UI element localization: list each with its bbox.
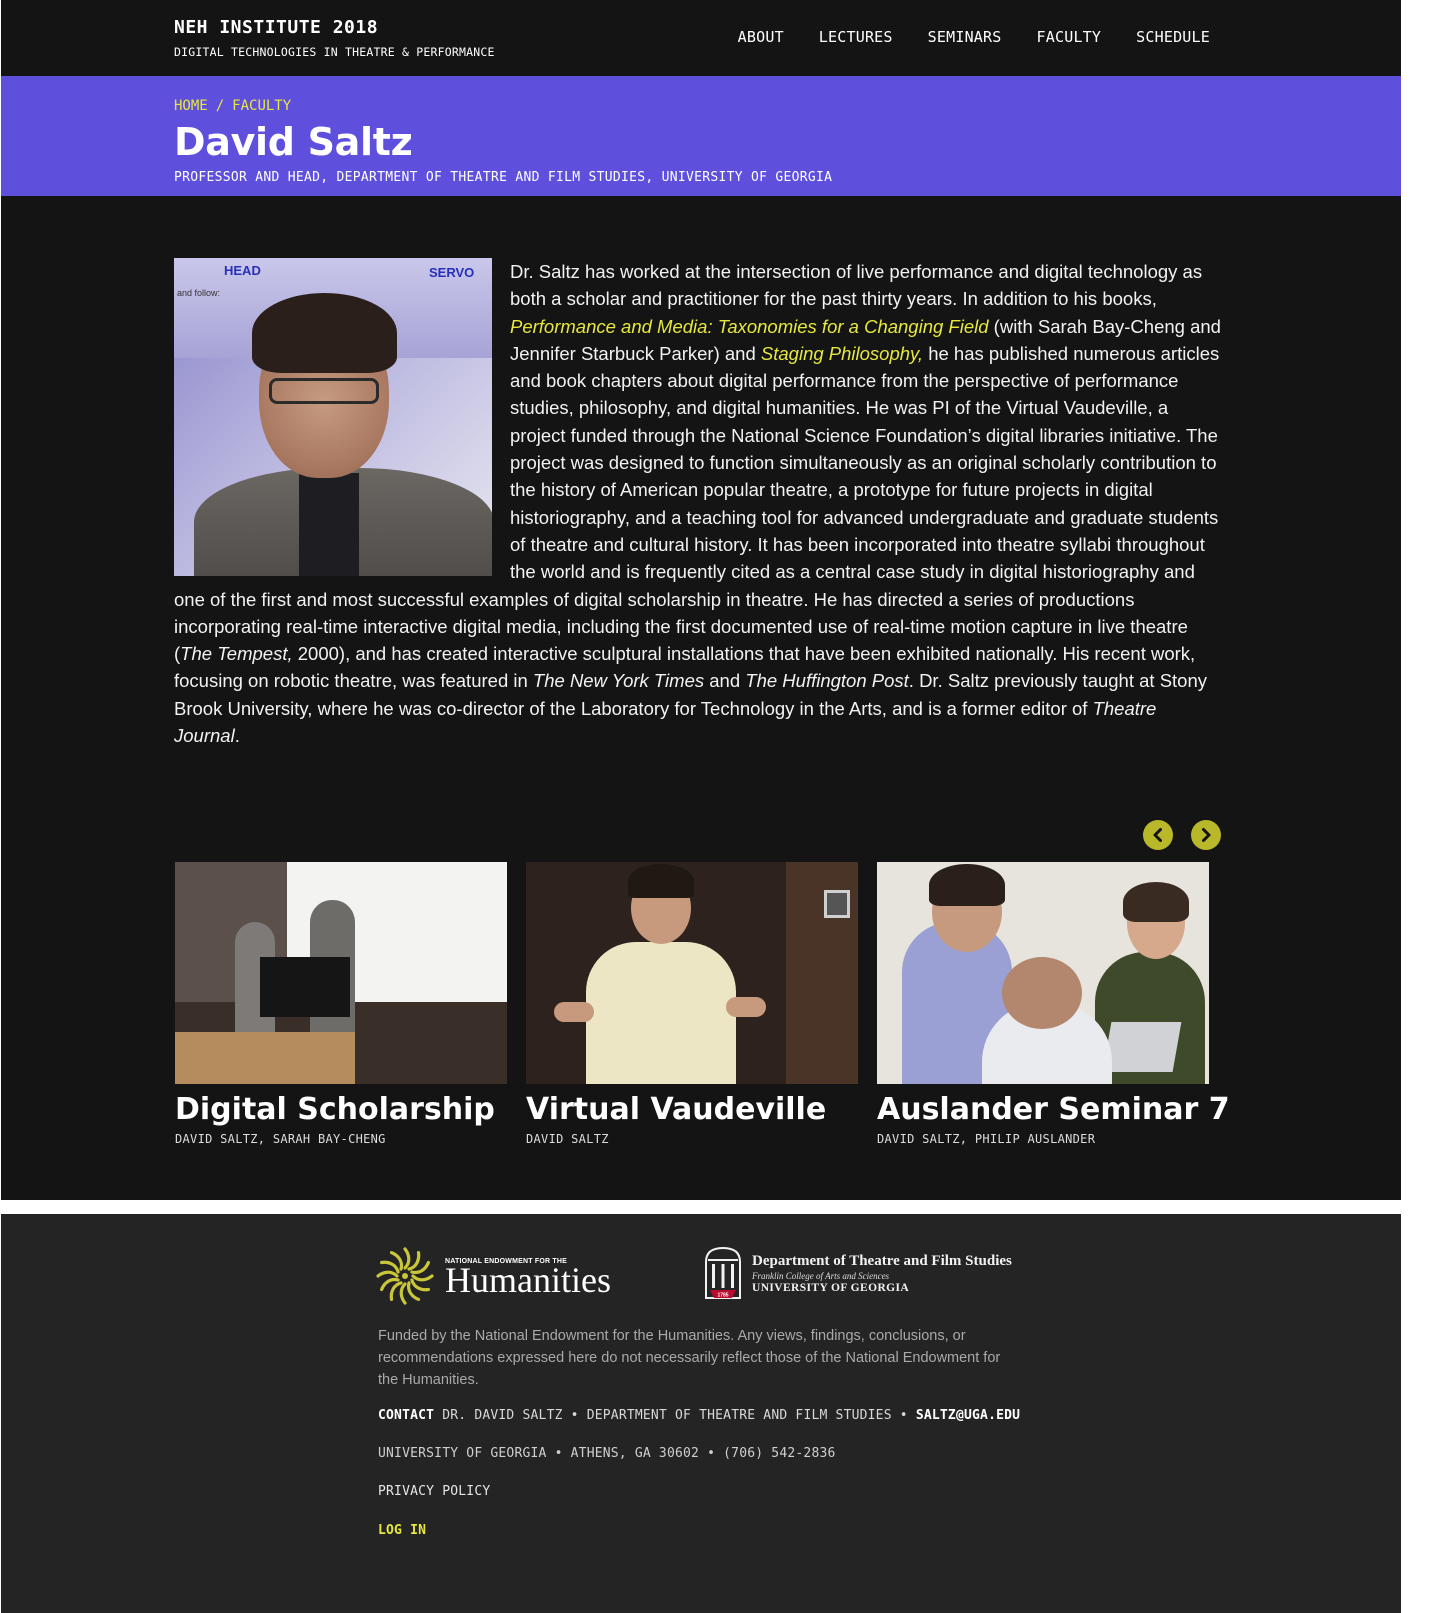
page-hero: HOME / FACULTY David Saltz PROFESSOR AND… xyxy=(1,76,1401,196)
main-nav: ABOUT LECTURES SEMINARS FACULTY SCHEDULE xyxy=(738,28,1210,46)
nav-lectures[interactable]: LECTURES xyxy=(819,28,893,46)
uga-department-logo[interactable]: 1785 Department of Theatre and Film Stud… xyxy=(704,1246,1012,1300)
bio-section: HEAD SERVO and follow: Dr. Saltz has wor… xyxy=(174,258,1224,749)
card-authors: DAVID SALTZ, PHILIP AUSLANDER xyxy=(877,1132,1096,1146)
uga-logo-line3: UNIVERSITY OF GEORGIA xyxy=(752,1281,910,1294)
portrait-label-follow: and follow: xyxy=(177,288,221,298)
bio-text-part: and xyxy=(704,670,746,692)
uga-seal-year: 1785 xyxy=(717,1293,728,1299)
card-title: Virtual Vaudeville xyxy=(526,1092,827,1127)
nav-schedule[interactable]: SCHEDULE xyxy=(1136,28,1210,46)
bio-text-part: . xyxy=(234,725,240,747)
contact-separator: • xyxy=(899,1408,908,1423)
neh-logo[interactable]: NATIONAL ENDOWMENT FOR THE Humanities xyxy=(375,1246,611,1306)
contact-email-link[interactable]: SALTZ@UGA.EDU xyxy=(916,1408,1020,1423)
card-image xyxy=(175,862,507,1084)
breadcrumb-separator: / xyxy=(215,98,225,114)
main-content: HEAD SERVO and follow: Dr. Saltz has wor… xyxy=(1,196,1401,1200)
address-line: UNIVERSITY OF GEORGIA • ATHENS, GA 30602… xyxy=(378,1446,836,1461)
contact-name: DR. DAVID SALTZ xyxy=(442,1408,563,1423)
page-title: David Saltz xyxy=(174,120,413,164)
card-authors: DAVID SALTZ xyxy=(526,1132,609,1146)
portrait-label-head: HEAD xyxy=(224,263,261,278)
work-title-tempest: The Tempest, xyxy=(180,643,293,665)
contact-label: CONTACT xyxy=(378,1408,435,1423)
carousel-prev-button[interactable] xyxy=(1143,820,1173,850)
book-link-performance-and-media[interactable]: Performance and Media: Taxonomies for a … xyxy=(510,316,989,337)
site-subtitle: DIGITAL TECHNOLOGIES IN THEATRE & PERFOR… xyxy=(174,45,495,59)
contact-department: DEPARTMENT OF THEATRE AND FILM STUDIES xyxy=(586,1408,892,1423)
contact-line: CONTACT DR. DAVID SALTZ • DEPARTMENT OF … xyxy=(378,1408,1020,1423)
card-title: Auslander Seminar 7 xyxy=(877,1092,1230,1127)
uga-arch-icon: 1785 xyxy=(705,1246,741,1299)
person-position: PROFESSOR AND HEAD, DEPARTMENT OF THEATR… xyxy=(174,170,833,185)
uga-logo-line2: Franklin College of Arts and Sciences xyxy=(752,1270,890,1281)
nav-seminars[interactable]: SEMINARS xyxy=(928,28,1002,46)
neh-logo-wordmark: Humanities xyxy=(445,1259,611,1300)
breadcrumb: HOME / FACULTY xyxy=(174,98,291,114)
portrait-glasses xyxy=(269,378,379,404)
card-auslander-seminar[interactable]: Auslander Seminar 7 DAVID SALTZ, PHILIP … xyxy=(877,862,1230,1146)
neh-sunburst-icon xyxy=(376,1247,434,1305)
chevron-left-icon xyxy=(1153,828,1162,842)
breadcrumb-faculty[interactable]: FACULTY xyxy=(232,98,291,114)
card-authors: DAVID SALTZ, SARAH BAY-CHENG xyxy=(175,1132,386,1146)
nav-faculty[interactable]: FACULTY xyxy=(1037,28,1102,46)
site-footer: NATIONAL ENDOWMENT FOR THE Humanities 17… xyxy=(1,1214,1401,1613)
site-header: NEH INSTITUTE 2018 DIGITAL TECHNOLOGIES … xyxy=(1,0,1401,76)
breadcrumb-home[interactable]: HOME xyxy=(174,98,208,114)
funding-disclaimer: Funded by the National Endowment for the… xyxy=(378,1328,1001,1388)
card-image xyxy=(877,862,1209,1084)
related-cards: Digital Scholarship DAVID SALTZ, SARAH B… xyxy=(175,862,1230,1146)
chevron-right-icon xyxy=(1202,828,1211,842)
carousel-controls xyxy=(1143,820,1221,850)
portrait-label-servo: SERVO xyxy=(429,265,475,280)
contact-separator: • xyxy=(570,1408,579,1423)
card-virtual-vaudeville[interactable]: Virtual Vaudeville DAVID SALTZ xyxy=(526,862,858,1146)
faculty-portrait: HEAD SERVO and follow: xyxy=(174,258,492,576)
publication-huffington: The Huffington Post xyxy=(745,670,909,692)
carousel-next-button[interactable] xyxy=(1191,820,1221,850)
login-link[interactable]: LOG IN xyxy=(378,1523,426,1538)
publication-nyt: The New York Times xyxy=(532,670,705,692)
card-digital-scholarship[interactable]: Digital Scholarship DAVID SALTZ, SARAH B… xyxy=(175,862,507,1146)
portrait-hair xyxy=(252,293,397,373)
page: NEH INSTITUTE 2018 DIGITAL TECHNOLOGIES … xyxy=(1,0,1401,1613)
privacy-policy-link[interactable]: PRIVACY POLICY xyxy=(378,1484,490,1499)
card-title: Digital Scholarship xyxy=(175,1092,495,1127)
portrait-shirt xyxy=(299,473,359,576)
site-title-link[interactable]: NEH INSTITUTE 2018 xyxy=(174,17,378,38)
uga-logo-line1: Department of Theatre and Film Studies xyxy=(752,1252,1012,1269)
bio-text-part: Dr. Saltz has worked at the intersection… xyxy=(510,261,1203,310)
card-image xyxy=(526,862,858,1084)
nav-about[interactable]: ABOUT xyxy=(738,28,784,46)
book-link-staging-philosophy[interactable]: Staging Philosophy, xyxy=(761,343,923,364)
